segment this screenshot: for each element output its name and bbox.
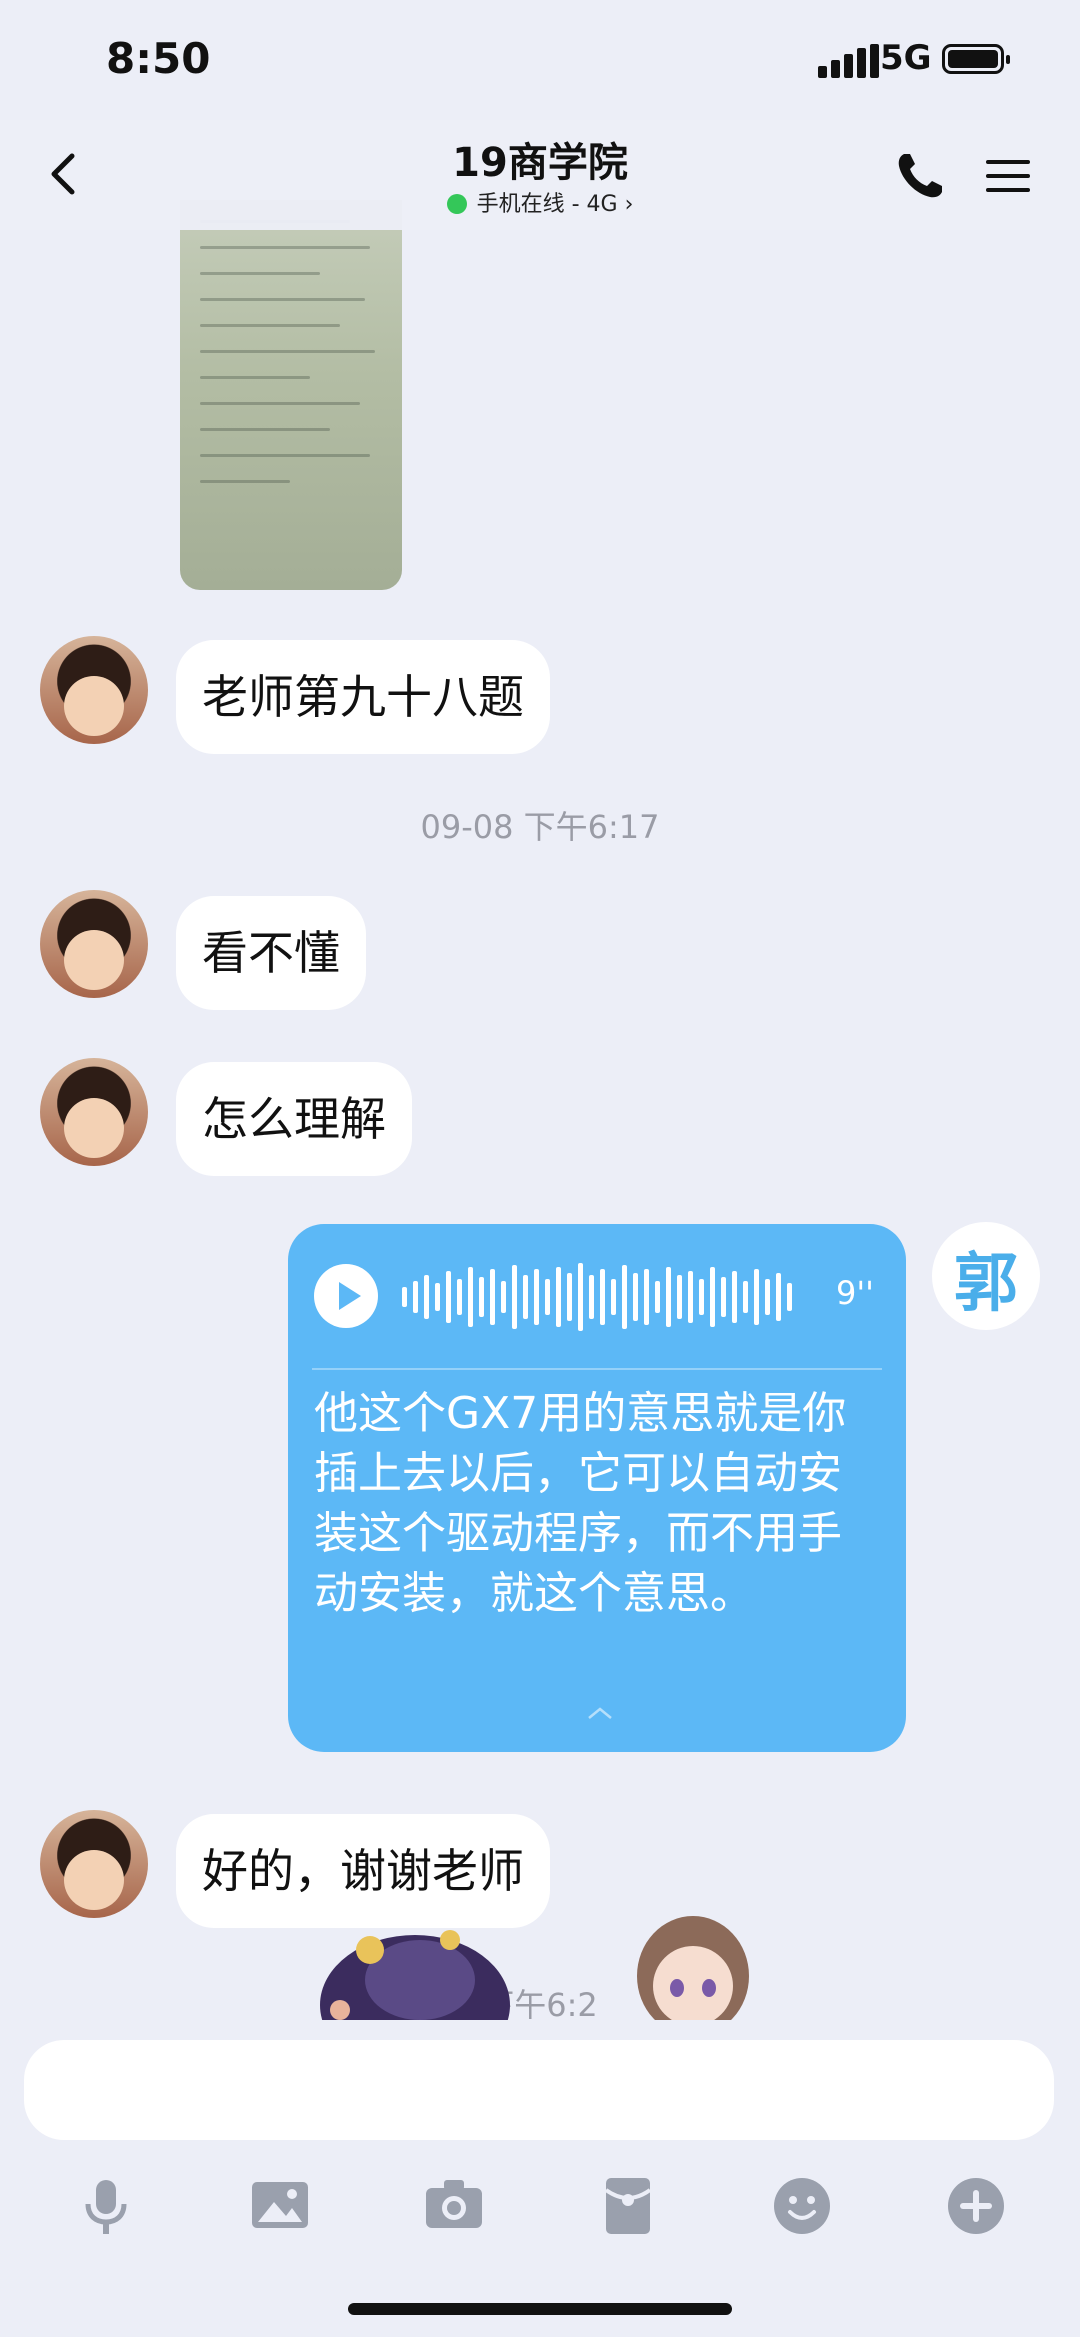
sticker-image[interactable] <box>630 1914 756 2020</box>
presence-label: 手机在线 - 4G <box>476 192 618 217</box>
message-bubble[interactable]: 怎么理解 <box>176 1062 412 1176</box>
home-indicator[interactable] <box>348 2303 732 2315</box>
microphone-icon[interactable] <box>70 2170 142 2242</box>
voice-duration: 9'' <box>836 1274 874 1312</box>
voice-divider <box>312 1368 882 1370</box>
message-timestamp: 下午6:2 <box>482 1986 598 2024</box>
play-icon[interactable] <box>314 1264 378 1328</box>
chat-header: 19商学院 手机在线 - 4G › <box>0 120 1080 230</box>
waveform-icon <box>402 1263 792 1331</box>
message-input[interactable] <box>24 2040 1054 2140</box>
network-type: 5G <box>880 38 932 78</box>
voice-message-bubble[interactable]: 9'' 他这个GX7用的意思就是你插上去以后，它可以自动安装这个驱动程序，而不用… <box>288 1224 906 1752</box>
menu-button[interactable] <box>980 148 1036 204</box>
input-toolbar <box>0 2160 1080 2260</box>
message-bubble[interactable]: 老师第九十八题 <box>176 640 550 754</box>
photo-message[interactable] <box>180 200 402 590</box>
contact-avatar[interactable] <box>40 890 148 998</box>
signal-icon <box>818 44 879 78</box>
chevron-right-icon: › <box>624 192 634 217</box>
contact-avatar[interactable] <box>40 636 148 744</box>
status-bar: 8:50 5G <box>0 0 1080 120</box>
my-avatar[interactable]: 郭 <box>932 1222 1040 1330</box>
camera-icon[interactable] <box>418 2170 490 2242</box>
phone-call-button[interactable] <box>890 146 950 206</box>
chevron-up-icon[interactable] <box>587 1706 613 1720</box>
online-dot-icon <box>446 194 467 214</box>
contact-avatar[interactable] <box>40 1058 148 1166</box>
image-icon[interactable] <box>244 2170 316 2242</box>
my-avatar-char: 郭 <box>954 1247 1018 1321</box>
red-packet-icon[interactable] <box>592 2170 664 2242</box>
contact-avatar[interactable] <box>40 1810 148 1918</box>
emoji-icon[interactable] <box>766 2170 838 2242</box>
voice-transcript[interactable]: 他这个GX7用的意思就是你插上去以后，它可以自动安装这个驱动程序，而不用手动安装… <box>314 1384 884 1624</box>
status-time: 8:50 <box>106 34 211 83</box>
sticker-image[interactable] <box>300 1910 520 2020</box>
message-timestamp: 09-08 下午6:17 <box>420 808 660 846</box>
battery-icon <box>942 44 1010 74</box>
plus-icon[interactable] <box>940 2170 1012 2242</box>
message-bubble[interactable]: 看不懂 <box>176 896 366 1010</box>
